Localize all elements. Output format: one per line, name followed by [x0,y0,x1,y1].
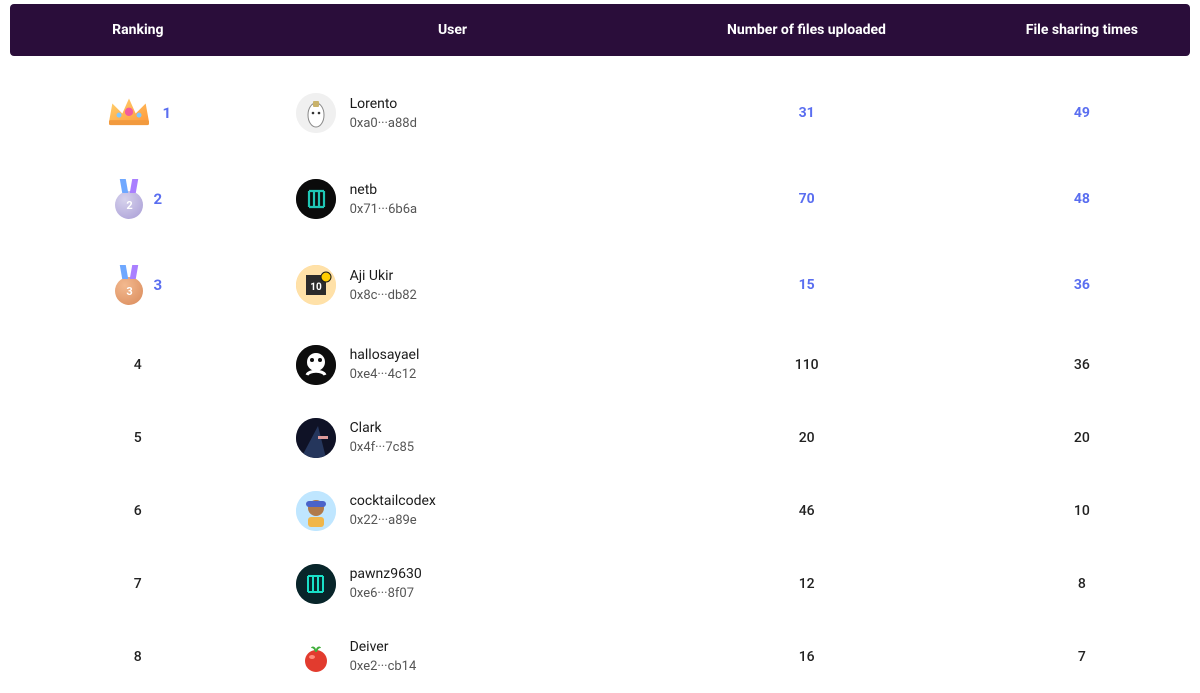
user-cell: netb 0x71···6b6a [266,179,640,219]
share-times: 20 [974,430,1190,446]
files-uploaded: 20 [640,430,974,446]
user-name[interactable]: hallosayael [350,347,420,363]
header-files: Number of files uploaded [639,22,973,38]
avatar[interactable] [296,418,336,458]
avatar[interactable] [296,93,336,133]
rank-cell: 4 [10,357,266,373]
files-uploaded: 16 [640,649,974,665]
rank-number: 8 [10,649,266,665]
files-uploaded: 70 [640,191,974,207]
table-row[interactable]: 2 2 netb 0x71···6b6a 7048 [10,156,1190,242]
share-times: 8 [974,576,1190,592]
table-header: Ranking User Number of files uploaded Fi… [10,4,1190,56]
medal-silver-icon: 2 [113,179,145,219]
rank-cell: 8 [10,649,266,665]
share-times: 36 [974,357,1190,373]
table-row[interactable]: 5 Clark 0x4f···7c85 2020 [10,401,1190,474]
user-name[interactable]: Lorento [350,96,417,112]
user-cell: Lorento 0xa0···a88d [266,93,640,133]
rank-cell: 6 [10,503,266,519]
user-address: 0xe6···8f07 [350,586,422,601]
user-cell: Deiver 0xe2···cb14 [266,637,640,677]
table-row[interactable]: 6 cocktailcodex 0x22···a89e 4610 [10,474,1190,547]
table-row[interactable]: 1 Lorento 0xa0···a88d 3149 [10,70,1190,156]
user-name[interactable]: netb [350,182,418,198]
user-cell: cocktailcodex 0x22···a89e [266,491,640,531]
avatar[interactable] [296,345,336,385]
user-address: 0xe4···4c12 [350,367,420,382]
rank-number: 7 [10,576,266,592]
avatar[interactable]: 10 [296,265,336,305]
rank-cell: 7 [10,576,266,592]
user-address: 0x8c···db82 [350,288,417,303]
rank-number: 4 [10,357,266,373]
share-times: 36 [974,277,1190,293]
table-body: 1 Lorento 0xa0···a88d 3149 2 2 netb 0x71… [0,70,1200,693]
crown-icon [104,93,154,133]
table-row[interactable]: 7 pawnz9630 0xe6···8f07 128 [10,547,1190,620]
medal-bronze-icon: 3 [113,265,145,305]
rank-number: 6 [10,503,266,519]
rank-number: 5 [10,430,266,446]
user-cell: pawnz9630 0xe6···8f07 [266,564,640,604]
user-cell: Clark 0x4f···7c85 [266,418,640,458]
user-address: 0xe2···cb14 [350,659,417,674]
avatar[interactable] [296,564,336,604]
avatar[interactable] [296,179,336,219]
user-name[interactable]: Clark [350,420,415,436]
rank-number: 2 [153,190,162,208]
svg-text:10: 10 [310,282,322,293]
user-address: 0x4f···7c85 [350,440,415,455]
files-uploaded: 12 [640,576,974,592]
files-uploaded: 46 [640,503,974,519]
share-times: 7 [974,649,1190,665]
rank-cell: 3 3 [10,265,266,305]
files-uploaded: 110 [640,357,974,373]
avatar[interactable] [296,637,336,677]
user-name[interactable]: Aji Ukir [350,268,417,284]
header-share: File sharing times [974,22,1190,38]
user-cell: hallosayael 0xe4···4c12 [266,345,640,385]
rank-cell: 1 [10,93,266,133]
share-times: 48 [974,191,1190,207]
user-cell: 10 Aji Ukir 0x8c···db82 [266,265,640,305]
table-row[interactable]: 8 Deiver 0xe2···cb14 167 [10,620,1190,693]
user-name[interactable]: cocktailcodex [350,493,436,509]
user-address: 0xa0···a88d [350,116,417,131]
share-times: 10 [974,503,1190,519]
header-user: User [266,22,640,38]
user-address: 0x71···6b6a [350,202,418,217]
avatar[interactable] [296,491,336,531]
files-uploaded: 31 [640,105,974,121]
user-name[interactable]: pawnz9630 [350,566,422,582]
table-row[interactable]: 3 3 10 Aji Ukir 0x8c···db82 1536 [10,242,1190,328]
rank-number: 1 [162,104,171,122]
table-row[interactable]: 4 hallosayael 0xe4···4c12 11036 [10,328,1190,401]
header-ranking: Ranking [10,22,266,38]
rank-number: 3 [153,276,162,294]
rank-cell: 5 [10,430,266,446]
rank-cell: 2 2 [10,179,266,219]
user-address: 0x22···a89e [350,513,436,528]
files-uploaded: 15 [640,277,974,293]
share-times: 49 [974,105,1190,121]
